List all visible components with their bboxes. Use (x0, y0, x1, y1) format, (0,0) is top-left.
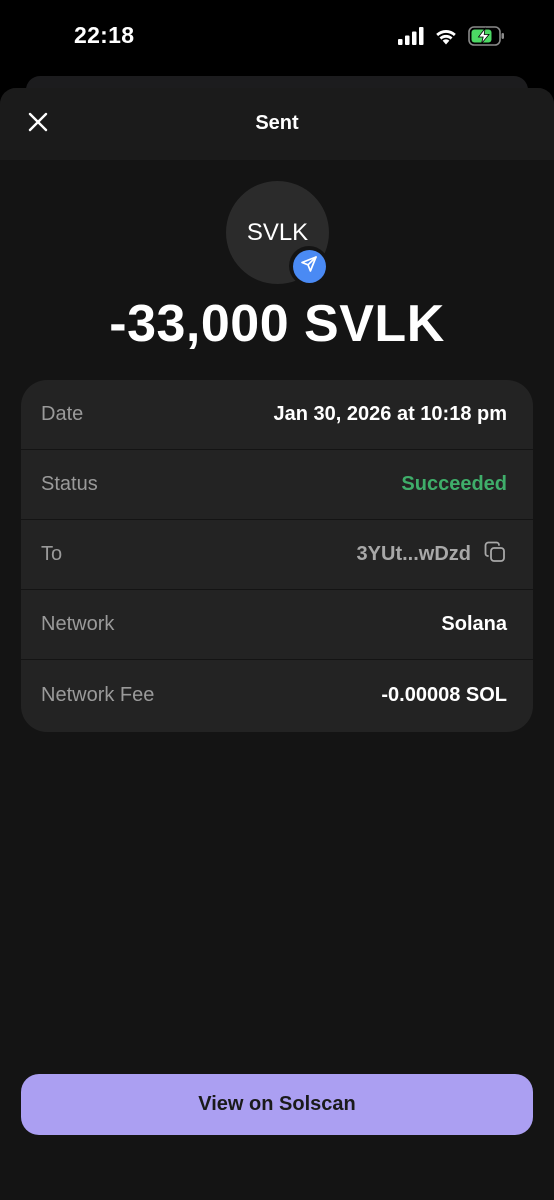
recipient-address-button[interactable]: 3YUt...wDzd (357, 540, 507, 569)
status-label: Status (41, 473, 98, 495)
status-value: Succeeded (401, 473, 507, 495)
send-arrow-icon (300, 255, 318, 278)
detail-row-to: To 3YUt...wDzd (21, 520, 533, 590)
detail-row-network: Network Solana (21, 590, 533, 660)
battery-charging-icon (468, 26, 506, 51)
cellular-signal-icon (398, 27, 424, 50)
network-fee-label: Network Fee (41, 683, 155, 706)
network-fee-value: -0.00008 SOL (381, 683, 507, 706)
transaction-amount: -33,000 SVLK (109, 295, 445, 353)
detail-row-date: Date Jan 30, 2026 at 10:18 pm (21, 380, 533, 450)
detail-row-status: Status Succeeded (21, 450, 533, 520)
status-time: 22:18 (74, 22, 135, 48)
transaction-details-card: Date Jan 30, 2026 at 10:18 pm Status Suc… (21, 380, 533, 732)
copy-icon[interactable] (483, 540, 507, 569)
date-label: Date (41, 403, 84, 425)
wifi-icon (434, 27, 458, 50)
token-symbol: SVLK (246, 218, 309, 246)
status-bar: 22:18 (0, 0, 554, 76)
to-label: To (41, 543, 63, 565)
sheet-header: Sent (0, 88, 554, 160)
sent-badge (289, 246, 329, 286)
transaction-detail-screen: 22:18 Sent SVLK -33,000 SVLK Date Jan 30… (0, 0, 554, 1200)
recipient-address: 3YUt...wDzd (356, 543, 471, 565)
date-value: Jan 30, 2026 at 10:18 pm (273, 403, 507, 425)
page-title: Sent (255, 112, 299, 134)
network-value: Solana (441, 613, 507, 635)
view-on-solscan-button[interactable]: View on Solscan (21, 1074, 533, 1135)
status-icons (398, 26, 506, 51)
transaction-sheet: Sent SVLK -33,000 SVLK Date Jan 30, 2026… (0, 88, 554, 1200)
detail-row-network-fee: Network Fee -0.00008 SOL (21, 660, 533, 730)
network-label: Network (41, 613, 115, 635)
